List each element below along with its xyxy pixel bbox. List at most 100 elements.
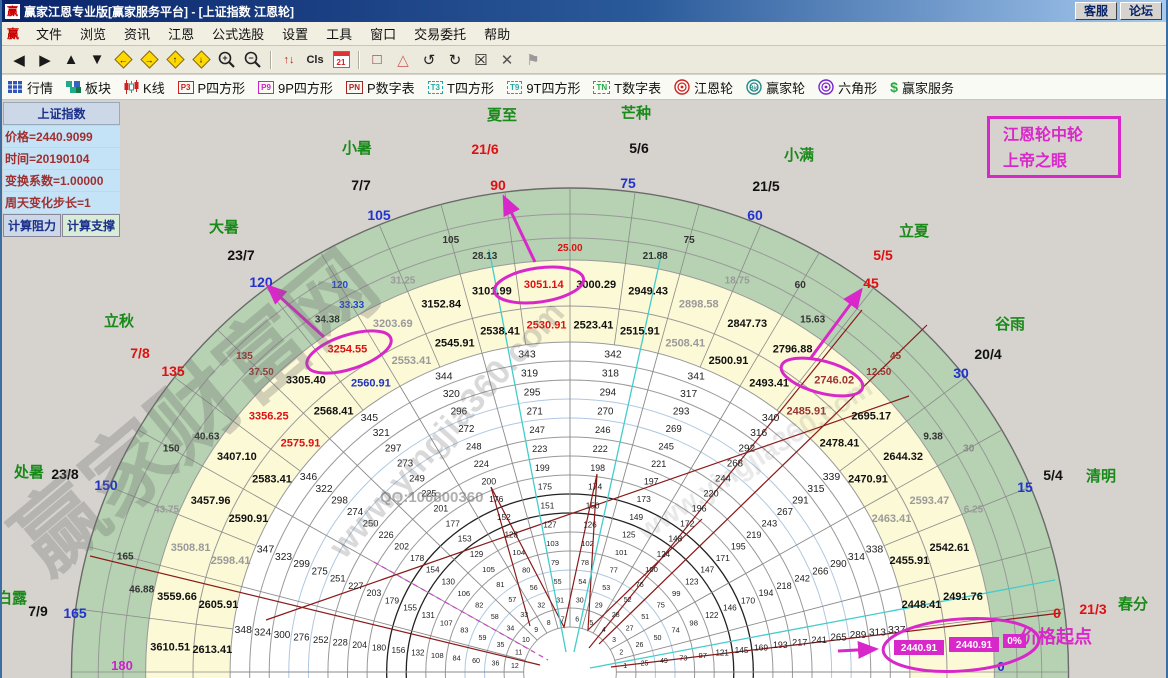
- spiral-value: 149: [629, 513, 643, 522]
- spiral-value: 73: [679, 654, 687, 663]
- spiral-value: 99: [672, 589, 681, 598]
- date-label: 7/7: [351, 177, 371, 193]
- price-ring2-value: 2553.41: [392, 355, 432, 367]
- spiral-value: 316: [750, 428, 767, 439]
- scroll-left-icon[interactable]: ◀: [7, 49, 31, 71]
- band-degree-label: 75: [684, 235, 696, 246]
- main-toolbar: ◀▶▲▼←→↑↓+−↑↓Cls21□△↺↻☒✕⚑: [2, 46, 1166, 74]
- forum-button[interactable]: 论坛: [1120, 2, 1162, 20]
- price-origin-value: 2440.91: [956, 640, 993, 651]
- winner-wheel-button[interactable]: Big 赢家轮: [746, 78, 805, 97]
- spiral-value: 292: [739, 443, 756, 454]
- hexagon-button[interactable]: 六角形: [818, 78, 877, 97]
- cls-button[interactable]: Cls: [303, 49, 327, 71]
- spiral-value: 101: [615, 548, 628, 557]
- price-ring2-value: 2500.91: [709, 355, 749, 367]
- band-degree-label: 165: [117, 551, 134, 562]
- child-window-icon: 赢: [2, 25, 27, 42]
- shift-down-icon[interactable]: ↓: [189, 49, 213, 71]
- spiral-value: 34: [506, 626, 514, 633]
- spiral-value: 155: [403, 604, 417, 613]
- spiral-value: 294: [600, 387, 617, 398]
- index-name: 上证指数: [3, 102, 120, 125]
- menu-item-窗口[interactable]: 窗口: [361, 22, 405, 45]
- delete-box-icon[interactable]: ☒: [469, 49, 493, 71]
- calc-support-button[interactable]: 计算支撑: [62, 214, 120, 237]
- triangle-tool-icon[interactable]: △: [391, 49, 415, 71]
- p-square-button[interactable]: P3P四方形: [178, 78, 245, 97]
- spiral-value: 338: [866, 544, 884, 556]
- rect-tool-icon[interactable]: □: [365, 49, 389, 71]
- axis-scale-icon[interactable]: ↑↓: [277, 49, 301, 71]
- date-label: 23/7: [227, 247, 254, 263]
- spiral-value: 146: [723, 604, 737, 613]
- menu-item-工具[interactable]: 工具: [317, 22, 361, 45]
- menu-item-设置[interactable]: 设置: [273, 22, 317, 45]
- p9-square-button[interactable]: P99P四方形: [258, 78, 333, 97]
- zoom-out-icon[interactable]: −: [241, 49, 265, 71]
- t-number-button[interactable]: TNT数字表: [593, 78, 661, 97]
- sectors-button[interactable]: 板块: [66, 78, 111, 97]
- price-ring1-value: 2593.47: [909, 495, 949, 507]
- menu-item-公式选股[interactable]: 公式选股: [203, 22, 273, 45]
- quotes-button[interactable]: 行情: [8, 78, 53, 97]
- band-degree-label: 30: [963, 444, 975, 455]
- band-percent-label: 34.38: [315, 314, 340, 325]
- price-ring1-value: 3508.81: [171, 542, 211, 554]
- spiral-value: 203: [367, 588, 382, 598]
- degree-label: 105: [367, 207, 391, 223]
- menu-item-资讯[interactable]: 资讯: [115, 22, 159, 45]
- zoom-in-icon[interactable]: +: [215, 49, 239, 71]
- t9-square-button[interactable]: T99T四方形: [507, 78, 581, 97]
- svg-text:Big: Big: [750, 86, 759, 92]
- page-up-icon[interactable]: ▲: [59, 49, 83, 71]
- page-down-icon[interactable]: ▼: [85, 49, 109, 71]
- crosshair-icon[interactable]: ✕: [495, 49, 519, 71]
- price-ring2-value: 2590.91: [229, 513, 269, 525]
- menu-item-交易委托[interactable]: 交易委托: [405, 22, 475, 45]
- panel-buttons: 计算阻力 计算支撑: [3, 214, 120, 237]
- calendar-icon[interactable]: 21: [329, 49, 353, 71]
- spiral-value: 131: [422, 611, 436, 620]
- menu-item-浏览[interactable]: 浏览: [71, 22, 115, 45]
- spiral-value: 106: [457, 589, 470, 598]
- band-percent-label: 43.75: [154, 505, 179, 516]
- menu-item-江恩[interactable]: 江恩: [159, 22, 203, 45]
- winner-service-button[interactable]: $赢家服务: [890, 78, 954, 97]
- index-value-row: 时间=20190104: [3, 148, 120, 169]
- calc-resistance-button[interactable]: 计算阻力: [3, 214, 61, 237]
- p-number-button[interactable]: PNP数字表: [346, 78, 415, 97]
- spiral-value: 132: [411, 649, 425, 658]
- shift-up-icon[interactable]: ↑: [163, 49, 187, 71]
- menu-item-文件[interactable]: 文件: [27, 22, 71, 45]
- kline-button[interactable]: K线: [124, 78, 165, 97]
- gann-wheel-button[interactable]: 江恩轮: [674, 78, 733, 97]
- gann-wheel-chart-area[interactable]: 2491.762542.612593.472644.322695.172746.…: [2, 100, 1168, 678]
- rotate-ccw-icon[interactable]: ↺: [417, 49, 441, 71]
- spiral-value: 300: [274, 630, 291, 641]
- shift-right-icon[interactable]: →: [137, 49, 161, 71]
- t-square-button[interactable]: T3T四方形: [428, 78, 494, 97]
- index-values: 价格=2440.9099时间=20190104变换系数=1.00000周天变化步…: [3, 126, 120, 213]
- spiral-value: 123: [685, 577, 699, 586]
- rotate-cw-icon[interactable]: ↻: [443, 49, 467, 71]
- solar-term-label: 春分: [1118, 595, 1148, 613]
- toolbar-button-label: 赢家轮: [766, 78, 805, 97]
- spiral-value: 8: [547, 620, 551, 627]
- spiral-value: 171: [716, 553, 730, 563]
- spiral-value: 55: [554, 578, 562, 586]
- shift-left-icon[interactable]: ←: [111, 49, 135, 71]
- menu-item-帮助[interactable]: 帮助: [475, 22, 519, 45]
- gann-wheel[interactable]: 2491.762542.612593.472644.322695.172746.…: [2, 100, 1168, 678]
- spiral-value: 130: [442, 577, 456, 586]
- band-percent-label: 6.25: [964, 505, 984, 516]
- flag-icon[interactable]: ⚑: [521, 49, 545, 71]
- price-ring1-value: 3101.99: [472, 285, 512, 297]
- degree-label: 150: [94, 477, 118, 493]
- price-ring2-value: 2538.41: [480, 326, 520, 338]
- index-value-row: 价格=2440.9099: [3, 126, 120, 147]
- t3-icon: T3: [428, 81, 443, 94]
- scroll-right-icon[interactable]: ▶: [33, 49, 57, 71]
- customer-service-button[interactable]: 客服: [1075, 2, 1117, 20]
- wheel-icon: [674, 79, 690, 95]
